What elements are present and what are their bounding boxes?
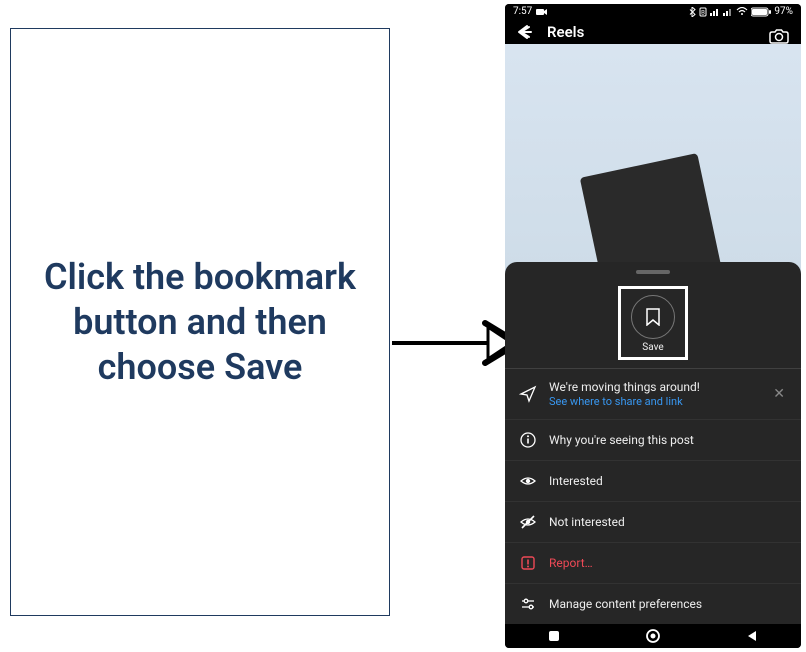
instruction-box: Click the bookmark button and then choos… bbox=[10, 28, 390, 616]
status-time: 7:57 bbox=[513, 6, 532, 17]
info-icon bbox=[519, 431, 537, 449]
header-title: Reels bbox=[547, 23, 584, 41]
menu-item-moving[interactable]: We're moving things around! See where to… bbox=[505, 368, 801, 419]
camera-icon[interactable] bbox=[769, 27, 789, 45]
bluetooth-icon bbox=[689, 7, 696, 17]
not-interested-label: Not interested bbox=[549, 515, 787, 529]
close-icon[interactable]: ✕ bbox=[771, 386, 787, 402]
bookmark-icon bbox=[645, 308, 661, 326]
video-icon bbox=[536, 8, 548, 16]
battery-icon bbox=[751, 7, 771, 17]
nav-home-icon[interactable] bbox=[645, 628, 661, 644]
eye-off-icon bbox=[519, 513, 537, 531]
sliders-icon bbox=[519, 595, 537, 613]
interested-label: Interested bbox=[549, 474, 787, 488]
eye-icon bbox=[519, 472, 537, 490]
menu-item-report[interactable]: Report… bbox=[505, 542, 801, 583]
battery-pct: 97% bbox=[774, 6, 793, 17]
signal2-icon bbox=[723, 8, 733, 16]
menu-item-interested[interactable]: Interested bbox=[505, 460, 801, 501]
nav-recent-icon[interactable] bbox=[547, 629, 561, 643]
instruction-text: Click the bookmark button and then choos… bbox=[31, 255, 369, 390]
sheet-handle[interactable] bbox=[636, 270, 670, 274]
android-nav-bar bbox=[505, 624, 801, 648]
svg-text:B: B bbox=[702, 9, 706, 16]
report-label: Report… bbox=[549, 556, 787, 570]
menu-item-manage[interactable]: Manage content preferences bbox=[505, 583, 801, 624]
menu-item-why[interactable]: Why you're seeing this post bbox=[505, 419, 801, 460]
back-icon[interactable] bbox=[515, 23, 533, 41]
moving-line2[interactable]: See where to share and link bbox=[549, 395, 759, 408]
moving-line1: We're moving things around! bbox=[549, 380, 700, 394]
app-header: Reels bbox=[505, 19, 801, 44]
action-sheet: Save We're moving things around! See whe… bbox=[505, 262, 801, 624]
wifi-icon bbox=[736, 7, 748, 16]
manage-label: Manage content preferences bbox=[549, 597, 787, 611]
save-button[interactable] bbox=[631, 295, 675, 339]
signal-icon bbox=[710, 8, 720, 16]
nav-back-icon[interactable] bbox=[745, 629, 759, 643]
menu-item-not-interested[interactable]: Not interested bbox=[505, 501, 801, 542]
save-highlight: Save bbox=[618, 286, 688, 360]
phone-frame: 7:57 B 97% bbox=[505, 4, 801, 648]
save-label: Save bbox=[642, 342, 663, 353]
why-label: Why you're seeing this post bbox=[549, 433, 787, 447]
send-icon bbox=[519, 385, 537, 403]
report-icon bbox=[519, 554, 537, 572]
reel-content[interactable] bbox=[505, 44, 801, 274]
sim-icon: B bbox=[699, 7, 707, 17]
status-bar: 7:57 B 97% bbox=[505, 4, 801, 19]
